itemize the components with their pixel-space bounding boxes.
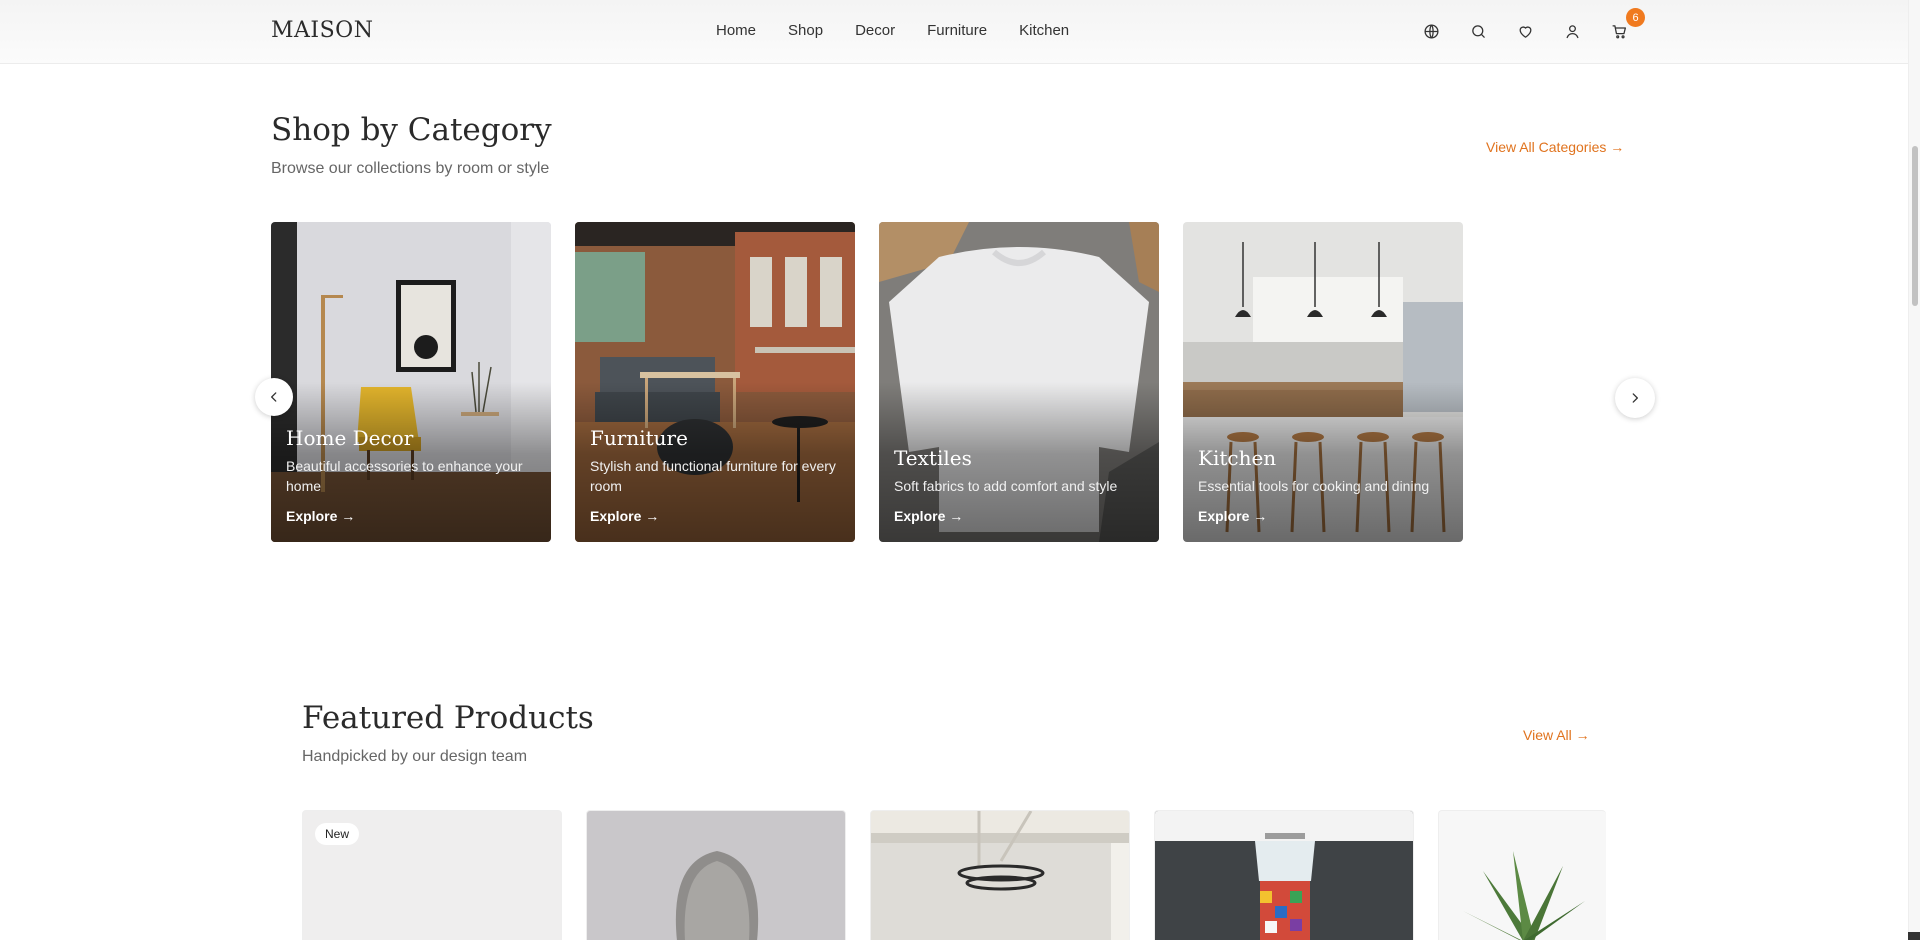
category-card-textiles[interactable]: Textiles Soft fabrics to add comfort and… xyxy=(879,222,1159,542)
product-card[interactable]: New xyxy=(302,810,562,940)
explore-link[interactable]: Explore → xyxy=(1198,508,1451,524)
cart-count-badge: 6 xyxy=(1626,8,1645,27)
category-card-home-decor[interactable]: Home Decor Beautiful accessories to enha… xyxy=(271,222,551,542)
category-caption: Furniture Stylish and functional furnitu… xyxy=(590,426,843,524)
product-card[interactable] xyxy=(1154,810,1414,940)
product-chair-image xyxy=(675,851,759,940)
chevron-right-icon xyxy=(1632,393,1638,403)
category-desc: Soft fabrics to add comfort and style xyxy=(894,478,1118,494)
site-header: MAISON Home Shop Decor Furniture Kitchen… xyxy=(0,0,1908,64)
category-caption: Home Decor Beautiful accessories to enha… xyxy=(286,426,539,524)
nav-decor[interactable]: Decor xyxy=(855,22,895,39)
category-card-furniture[interactable]: Furniture Stylish and functional furnitu… xyxy=(575,222,855,542)
carousel-prev-button[interactable] xyxy=(255,378,293,416)
category-section-title: Shop by Category xyxy=(271,112,552,148)
brand-logo[interactable]: MAISON xyxy=(271,18,373,43)
new-badge: New xyxy=(315,823,360,845)
category-title: Furniture xyxy=(590,426,688,450)
category-section-subtitle: Browse our collections by room or style xyxy=(271,160,550,177)
category-caption: Kitchen Essential tools for cooking and … xyxy=(1198,446,1451,524)
search-icon[interactable] xyxy=(1467,20,1489,42)
view-all-categories-link[interactable]: View All Categories → xyxy=(1486,139,1624,155)
product-card[interactable] xyxy=(586,810,846,940)
product-card[interactable] xyxy=(870,810,1130,940)
explore-link[interactable]: Explore → xyxy=(894,508,1147,524)
page-scrollbar[interactable] xyxy=(1908,0,1920,940)
heart-icon[interactable] xyxy=(1514,20,1536,42)
view-all-products-link[interactable]: View All → xyxy=(1523,727,1590,743)
product-chandelier-image xyxy=(871,811,1129,940)
explore-link[interactable]: Explore → xyxy=(286,508,539,524)
category-desc: Beautiful accessories to enhance your ho… xyxy=(286,458,523,494)
nav-shop[interactable]: Shop xyxy=(788,22,823,39)
product-succulent-image xyxy=(1463,851,1585,940)
category-desc: Stylish and functional furniture for eve… xyxy=(590,458,836,494)
carousel-next-button[interactable] xyxy=(1615,378,1655,418)
cart-icon[interactable]: 6 xyxy=(1608,8,1645,42)
category-title: Textiles xyxy=(894,446,972,470)
header-actions: 6 xyxy=(1420,8,1645,42)
nav-kitchen[interactable]: Kitchen xyxy=(1019,22,1069,39)
main-nav: Home Shop Decor Furniture Kitchen xyxy=(716,22,1069,39)
category-desc: Essential tools for cooking and dining xyxy=(1198,478,1430,494)
nav-furniture[interactable]: Furniture xyxy=(927,22,987,39)
nav-home[interactable]: Home xyxy=(716,22,756,39)
globe-icon[interactable] xyxy=(1420,20,1442,42)
product-crystal-chandelier-image xyxy=(1155,811,1413,940)
category-caption: Textiles Soft fabrics to add comfort and… xyxy=(894,446,1147,524)
scrollbar-corner xyxy=(1908,932,1920,940)
explore-link[interactable]: Explore → xyxy=(590,508,843,524)
scrollbar-thumb[interactable] xyxy=(1912,146,1918,306)
product-card[interactable] xyxy=(1438,810,1606,940)
featured-section-title: Featured Products xyxy=(302,700,594,736)
category-title: Home Decor xyxy=(286,426,414,450)
user-icon[interactable] xyxy=(1561,20,1583,42)
featured-section-subtitle: Handpicked by our design team xyxy=(302,748,528,765)
category-card-kitchen[interactable]: Kitchen Essential tools for cooking and … xyxy=(1183,222,1463,542)
chevron-left-icon xyxy=(271,392,277,402)
category-title: Kitchen xyxy=(1198,446,1277,470)
